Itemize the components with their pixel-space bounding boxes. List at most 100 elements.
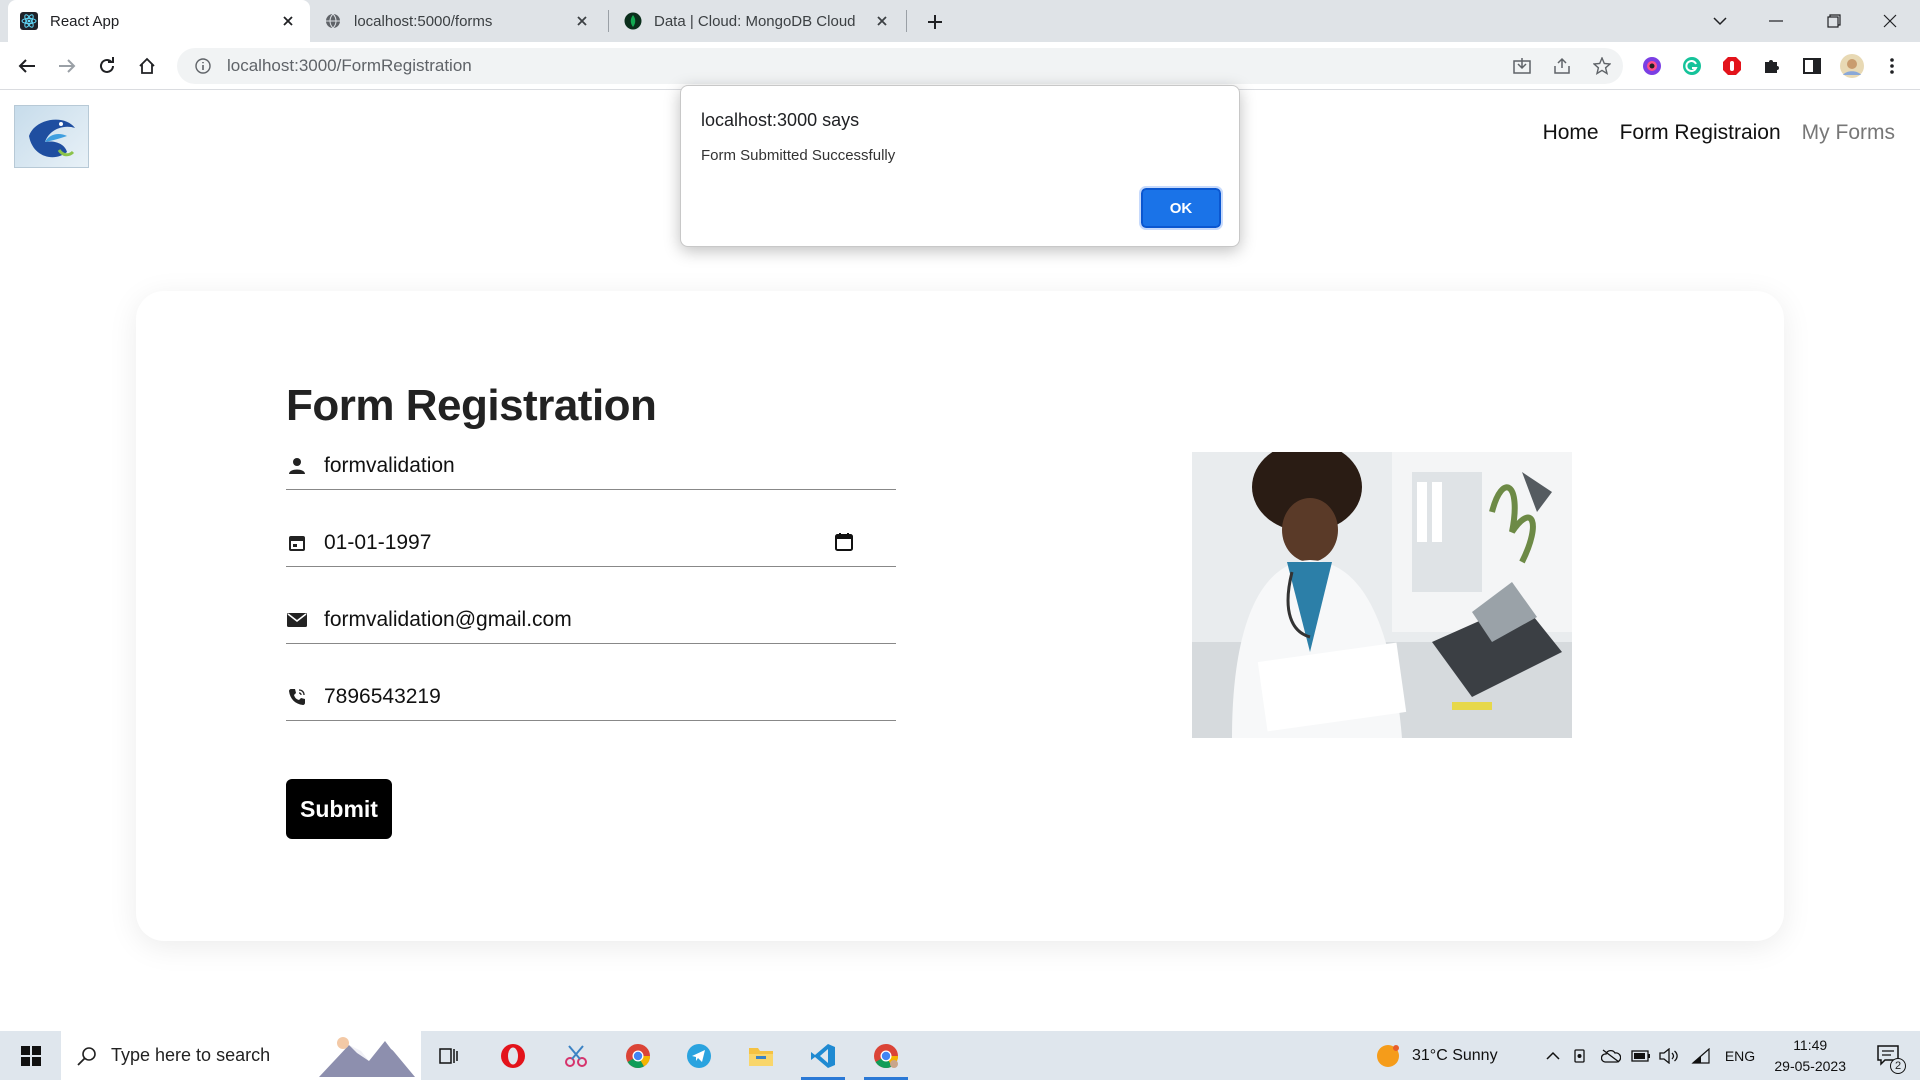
volume-icon[interactable] — [1656, 1031, 1682, 1080]
forward-arrow-icon — [59, 59, 76, 73]
extensions-button[interactable] — [1756, 50, 1788, 82]
clock-date: 29-05-2023 — [1774, 1058, 1846, 1074]
browser-tabstrip: React App localhost:5000/forms Data | Cl… — [0, 0, 1920, 42]
nav-form-registration-link[interactable]: Form Registraion — [1620, 121, 1781, 145]
taskbar-file-explorer[interactable] — [733, 1031, 789, 1080]
alert-dialog: localhost:3000 says Form Submitted Succe… — [680, 85, 1240, 247]
opera-extension[interactable] — [1716, 50, 1748, 82]
meet-now-icon[interactable] — [1570, 1031, 1592, 1080]
install-icon — [1513, 58, 1531, 74]
name-field — [286, 442, 896, 490]
doctor-photo — [1192, 452, 1572, 738]
star-icon — [1593, 57, 1611, 75]
browser-menu-button[interactable] — [1876, 50, 1908, 82]
close-tab-icon[interactable] — [572, 11, 592, 31]
react-icon — [20, 12, 38, 30]
tab-title: React App — [50, 12, 120, 30]
forward-button[interactable] — [51, 50, 83, 82]
sun-icon — [1377, 1044, 1399, 1067]
weather-text: 31°C Sunny — [1412, 1046, 1498, 1064]
tab-separator — [906, 10, 907, 32]
name-input[interactable] — [324, 453, 844, 478]
color-wheel-icon — [1643, 57, 1661, 75]
mongodb-leaf-icon — [624, 12, 642, 30]
task-view-button[interactable] — [421, 1031, 477, 1080]
taskbar-snipping-tool[interactable] — [548, 1031, 604, 1080]
ok-button[interactable]: OK — [1139, 186, 1223, 230]
nav-home-link[interactable]: Home — [1543, 121, 1599, 145]
submit-button[interactable]: Submit — [286, 779, 392, 839]
color-picker-extension[interactable] — [1636, 50, 1668, 82]
main-nav: Home Form Registraion My Forms — [1543, 121, 1895, 145]
site-logo[interactable] — [14, 105, 89, 168]
back-arrow-icon — [18, 59, 35, 73]
home-icon — [139, 57, 155, 74]
minimize-button[interactable] — [1748, 0, 1804, 42]
chrome-icon — [874, 1043, 898, 1068]
taskbar-chrome-active[interactable] — [858, 1031, 914, 1080]
taskbar-search[interactable]: Type here to search — [61, 1031, 421, 1080]
home-button[interactable] — [131, 50, 163, 82]
person-icon — [286, 455, 308, 477]
telegram-icon — [687, 1043, 711, 1068]
profile-avatar[interactable] — [1836, 50, 1868, 82]
tab-react-app[interactable]: React App — [8, 0, 310, 42]
form-title: Form Registration — [286, 381, 657, 430]
tab-localhost-forms[interactable]: localhost:5000/forms — [312, 0, 604, 42]
tab-search-button[interactable] — [1692, 0, 1748, 42]
taskbar-opera[interactable] — [485, 1031, 541, 1080]
back-button[interactable] — [11, 50, 43, 82]
task-view-icon — [439, 1047, 458, 1064]
chevron-down-icon — [1713, 17, 1727, 26]
language-text: ENG — [1724, 1047, 1756, 1064]
close-tab-icon[interactable] — [278, 11, 298, 31]
opera-icon — [501, 1043, 525, 1068]
wifi-icon[interactable] — [1688, 1031, 1714, 1080]
notification-center-button[interactable]: 2 — [1864, 1031, 1914, 1080]
onedrive-icon[interactable] — [1598, 1031, 1624, 1080]
minimize-icon — [1769, 20, 1783, 22]
share-button[interactable] — [1546, 50, 1578, 82]
side-panel-button[interactable] — [1796, 50, 1828, 82]
restore-button[interactable] — [1806, 0, 1862, 42]
windows-taskbar: Type here to search 31°C Sunny ENG 11:49… — [0, 1031, 1920, 1080]
nav-my-forms-link[interactable]: My Forms — [1802, 121, 1895, 145]
vscode-icon — [811, 1043, 835, 1068]
dob-input[interactable] — [324, 530, 844, 555]
grammarly-extension[interactable] — [1676, 50, 1708, 82]
close-tab-icon[interactable] — [872, 11, 892, 31]
email-input[interactable] — [324, 607, 844, 632]
avatar-icon — [1840, 54, 1864, 78]
site-info-icon[interactable] — [193, 56, 213, 76]
new-tab-button[interactable] — [922, 9, 948, 35]
chevron-up-icon — [1546, 1051, 1560, 1060]
address-bar[interactable]: localhost:3000/FormRegistration — [177, 48, 1623, 84]
tab-title: Data | Cloud: MongoDB Cloud — [654, 12, 856, 30]
taskbar-telegram[interactable] — [671, 1031, 727, 1080]
adblock-icon — [1723, 57, 1741, 75]
tab-mongodb[interactable]: Data | Cloud: MongoDB Cloud — [612, 0, 904, 42]
clock-time: 11:49 — [1793, 1037, 1828, 1053]
registration-card: Form Registration formvalidation 01-01-1… — [136, 291, 1784, 941]
date-picker-icon[interactable] — [834, 532, 856, 554]
weather-widget[interactable]: 31°C Sunny — [1374, 1031, 1524, 1080]
language-indicator[interactable]: ENG — [1720, 1031, 1760, 1080]
close-window-button[interactable] — [1862, 0, 1918, 42]
dialog-title: localhost:3000 says — [701, 110, 860, 130]
restore-icon — [1827, 14, 1841, 28]
bookmark-button[interactable] — [1586, 50, 1618, 82]
reload-button[interactable] — [91, 50, 123, 82]
install-app-button[interactable] — [1506, 50, 1538, 82]
scissors-icon — [565, 1044, 587, 1067]
search-icon — [77, 1046, 97, 1066]
search-highlight-image — [319, 1035, 415, 1080]
taskbar-vscode[interactable] — [795, 1031, 851, 1080]
phone-input[interactable] — [324, 684, 844, 709]
grammarly-icon — [1683, 57, 1701, 75]
taskbar-chrome[interactable] — [610, 1031, 666, 1080]
taskbar-clock[interactable]: 11:49 29-05-2023 — [1774, 1035, 1846, 1077]
bird-logo-icon — [29, 119, 75, 158]
battery-icon[interactable] — [1628, 1031, 1654, 1080]
show-hidden-icons-button[interactable] — [1538, 1031, 1568, 1080]
start-button[interactable] — [0, 1031, 61, 1080]
